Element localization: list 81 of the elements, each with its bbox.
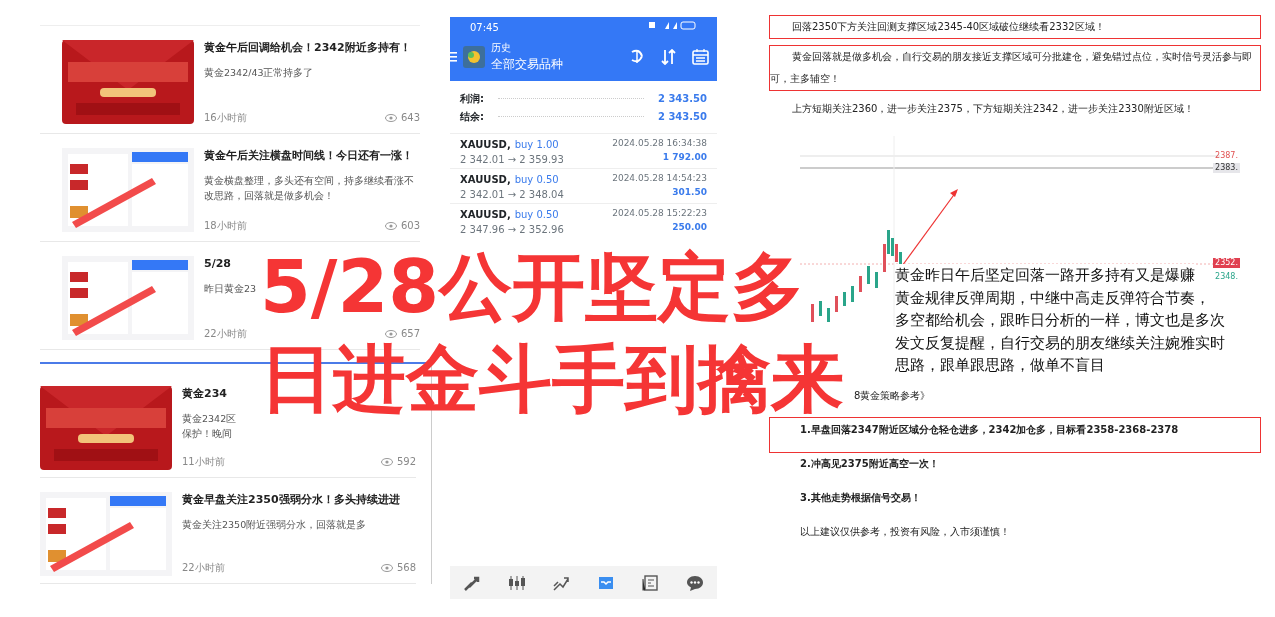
eye-icon (380, 457, 393, 466)
candle (827, 308, 830, 322)
view-count: 592 (396, 455, 416, 469)
candle (859, 276, 862, 292)
eye-icon (384, 221, 397, 230)
eye-icon (384, 113, 397, 122)
sort-icon[interactable] (661, 48, 676, 65)
price-label: 2383. (1213, 163, 1240, 173)
article-summary: 昨日黄金23 (204, 281, 257, 296)
summary-label: 利润: (460, 91, 484, 106)
view-count: 643 (400, 111, 420, 125)
trade-profit: 1 792.00 (662, 150, 707, 164)
status-icons (649, 20, 697, 30)
candle (875, 272, 878, 288)
article-title[interactable]: 5/28 (204, 256, 231, 273)
article-summary: 黄金2342/43正常持多了 (204, 65, 314, 80)
trade-profit: 250.00 (672, 220, 707, 234)
paragraph: 回落2350下方关注回测支撑区域2345-40区域破位继续看2332区域！ (770, 16, 1260, 38)
price-label: 2352. (1213, 258, 1240, 268)
price-label: 2387. (1214, 151, 1239, 161)
disclaimer: 以上建议仅供参考，投资有风险，入市须谨慎！ (799, 525, 1011, 539)
trade-side: buy 1.00 (514, 138, 559, 152)
paragraph: 黄金回落就是做多机会，自行交易的朋友接近支撑区域可分批建仓，避免错过点位，实时信号灵活参与即可，主多辅空！ (770, 46, 1260, 90)
strategy-item: 3.其他走势根据信号交易！ (799, 491, 922, 505)
eye-icon (380, 563, 393, 572)
trade-side: buy 0.50 (514, 208, 559, 222)
header-subtitle: 历史 (491, 41, 511, 55)
post-time: 16小时前 (204, 111, 247, 125)
status-time: 07:45 (470, 21, 499, 35)
paragraph: 上方短期关注2360，进一步关注2375，下方短期关注2342，进一步关注2330附近区域！ (791, 102, 1195, 116)
candle (867, 266, 870, 284)
inbox-icon (596, 574, 615, 592)
trade-symbol: XAUUSD, (460, 173, 511, 187)
article-summary: 黄金2342区 (182, 411, 237, 426)
overlay-headline: 5/28公开坚定多 (260, 250, 805, 323)
trade-prices: 2 342.01 → 2 359.93 (460, 153, 564, 167)
strategy-title: 8黄金策略参考》 (853, 389, 931, 403)
article-title[interactable]: 黄金早盘关注2350强弱分水！多头持续进进 (182, 492, 400, 509)
article-title[interactable]: 黄金午后关注横盘时间线！今日还有一涨！ (204, 148, 413, 165)
view-count: 657 (400, 327, 420, 341)
view-count: 603 (400, 219, 420, 233)
article-summary: 保护！晚间 (182, 426, 232, 441)
article-title[interactable]: 黄金午后回调给机会！2342附近多持有！ (204, 40, 411, 57)
post-time: 18小时前 (204, 219, 247, 233)
chart-icon (552, 574, 571, 592)
header-title: 全部交易品种 (491, 56, 563, 73)
post-time: 22小时前 (204, 327, 247, 341)
trade-profit: 301.50 (672, 185, 707, 199)
app-logo-icon (463, 45, 485, 68)
trade-time: 2024.05.28 16:34:38 (612, 137, 707, 150)
trade-icon (463, 574, 482, 592)
strategy-item: 2.冲高见2375附近高空一次！ (799, 457, 940, 471)
candlestick-icon (507, 574, 526, 592)
calendar-icon[interactable] (692, 48, 709, 65)
candle (843, 292, 846, 306)
summary-value: 2 343.50 (657, 109, 707, 124)
trade-prices: 2 342.01 → 2 348.04 (460, 188, 564, 202)
trade-side: buy 0.50 (514, 173, 559, 187)
trade-prices: 2 347.96 → 2 352.96 (460, 223, 564, 237)
trade-symbol: XAUUSD, (460, 208, 511, 222)
view-count: 568 (396, 561, 416, 575)
trade-time: 2024.05.28 15:22:23 (612, 207, 707, 220)
eye-icon (384, 329, 397, 338)
chat-icon (685, 574, 704, 592)
article-summary: 黄金关注2350附近强弱分水，回落就是多 (182, 517, 367, 532)
post-time: 11小时前 (182, 455, 225, 469)
summary-value: 2 343.50 (657, 91, 707, 106)
price-label: 2348. (1214, 272, 1239, 282)
candle (811, 304, 814, 322)
strategy-item: 1.早盘回落2347附近区域分仓轻仓进多，2342加仓多，目标看2358-2368-2378 (770, 418, 1260, 452)
candle (851, 286, 854, 302)
candle (835, 296, 838, 312)
post-time: 22小时前 (182, 561, 225, 575)
candle (819, 301, 822, 316)
article-summary: 黄金横盘整理，多头还有空间，持多继续看涨不改思路，回落就是做多机会！ (204, 173, 415, 203)
trade-time: 2024.05.28 14:54:23 (612, 172, 707, 185)
news-icon (641, 574, 660, 592)
article-title[interactable]: 黄金234 (182, 386, 227, 403)
trade-symbol: XAUUSD, (460, 138, 511, 152)
summary-label: 结余: (460, 109, 484, 124)
menu-icon[interactable] (450, 51, 457, 62)
